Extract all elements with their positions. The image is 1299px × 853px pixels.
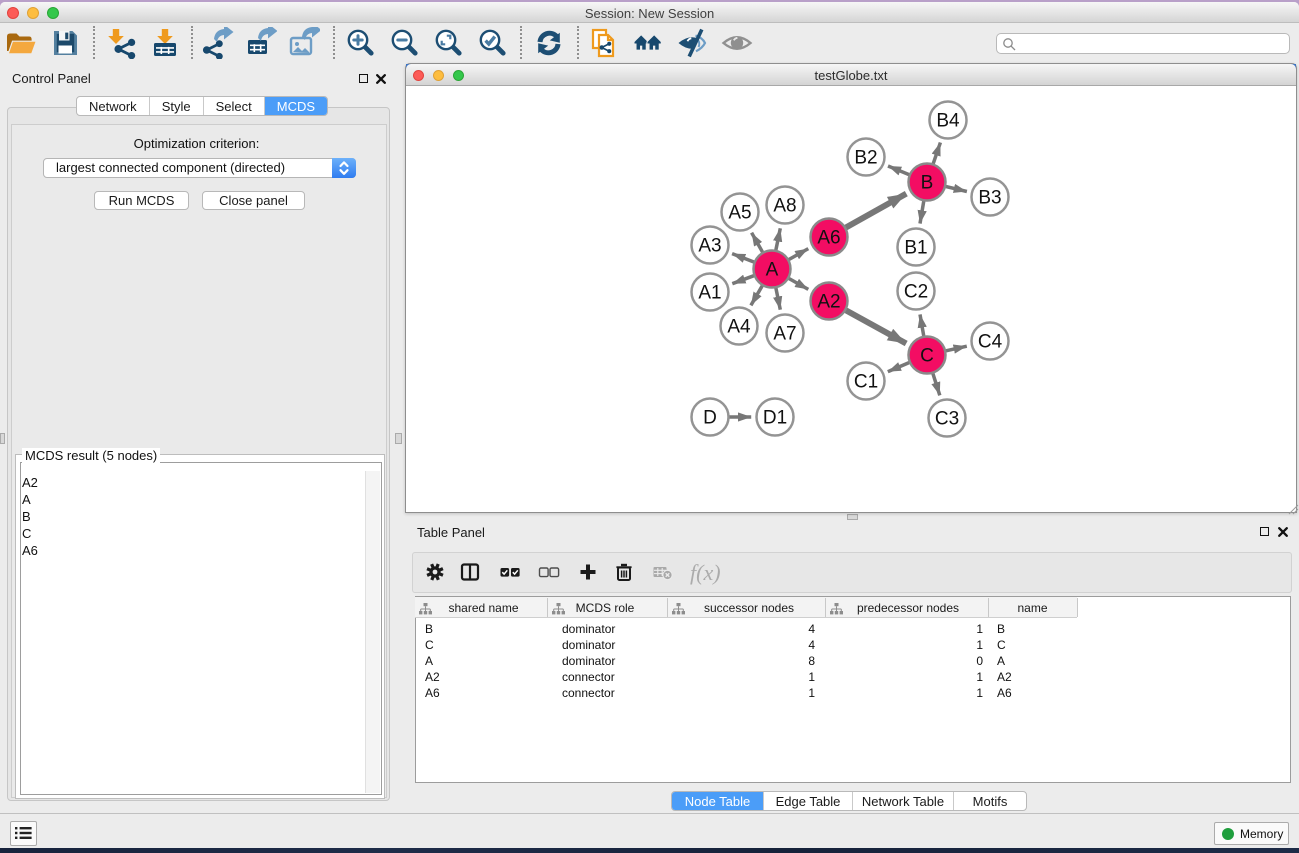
svg-text:C: C [920,346,934,367]
svg-text:C2: C2 [904,282,928,303]
svg-text:C3: C3 [935,409,959,430]
svg-text:A6: A6 [817,228,840,249]
svg-text:A8: A8 [773,196,796,217]
svg-text:B3: B3 [978,188,1001,209]
svg-text:A3: A3 [698,236,721,257]
svg-text:A5: A5 [728,203,751,224]
svg-text:A2: A2 [817,292,840,313]
svg-text:C4: C4 [978,332,1003,353]
svg-text:D: D [703,408,717,429]
svg-text:A1: A1 [698,283,721,304]
svg-text:B4: B4 [936,111,960,132]
svg-text:B2: B2 [854,148,877,169]
svg-text:D1: D1 [763,408,787,429]
svg-text:B: B [921,173,934,194]
svg-text:A: A [766,260,779,281]
svg-text:A4: A4 [727,317,751,338]
svg-text:B1: B1 [904,238,927,259]
svg-text:A7: A7 [773,324,796,345]
svg-text:C1: C1 [854,372,878,393]
